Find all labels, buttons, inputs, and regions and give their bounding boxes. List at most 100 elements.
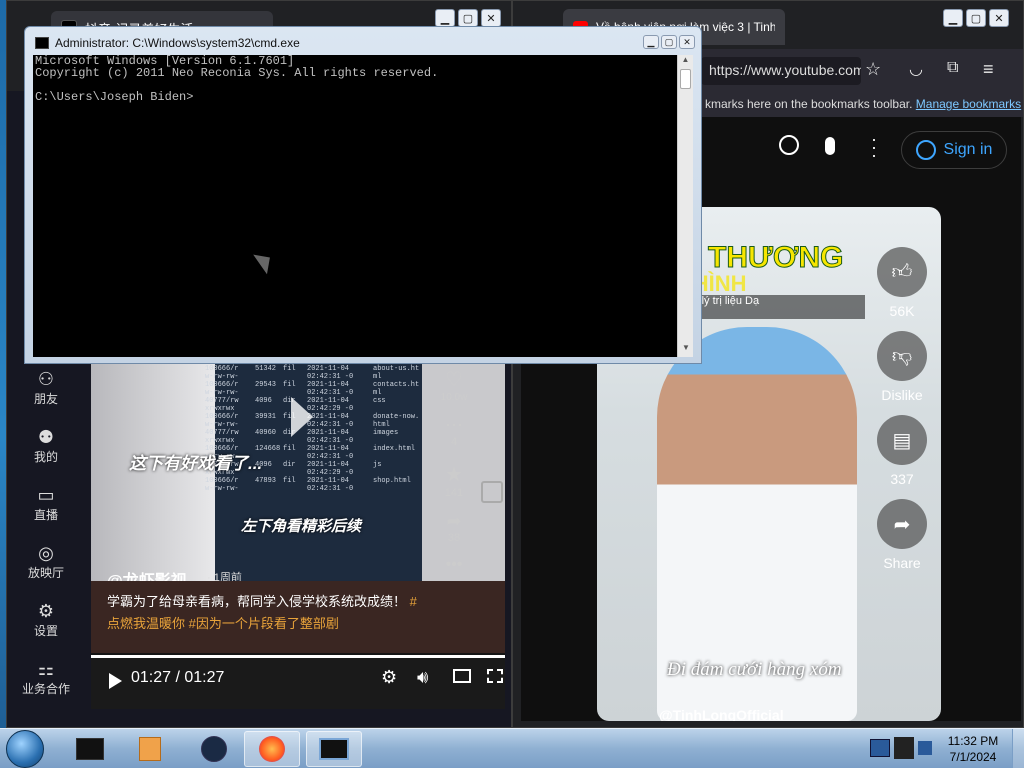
sidebar-item-0[interactable]: ⚇ 朋友	[7, 361, 85, 419]
listing-cell: fil	[283, 381, 296, 389]
fullscreen-icon[interactable]	[487, 669, 503, 683]
minimize-icon[interactable]: ▁	[435, 9, 455, 27]
listing-cell	[283, 485, 305, 493]
start-orb[interactable]	[6, 730, 44, 768]
sidebar-item-1[interactable]: ⚉ 我的	[7, 419, 85, 477]
minimize-icon[interactable]: ▁	[643, 35, 659, 49]
cmd-icon	[35, 37, 49, 49]
scroll-down-icon[interactable]: ▼	[678, 343, 694, 357]
media-player[interactable]	[122, 731, 178, 767]
share-icon[interactable]: ➦	[437, 511, 471, 532]
comments-button[interactable]: ▤	[877, 415, 927, 465]
clock[interactable]: 11:32 PM 7/1/2024	[940, 733, 1006, 765]
listing-cell: 2021-11-04	[307, 381, 350, 389]
sidebar-item-4[interactable]: ⚙ 设置	[7, 593, 85, 651]
more-vert-icon[interactable]: · · ·	[871, 130, 877, 164]
listing-cell: w-rw-rw-	[205, 373, 239, 381]
listing-cell: 2021-11-04	[307, 461, 350, 469]
listing-cell: 02:42:29 -0	[307, 469, 354, 477]
video-player[interactable]: 100666/r 51342 fil 2021-11-04 about-us.ht w-r…	[91, 363, 505, 709]
favorite-icon[interactable]: ★	[437, 462, 471, 487]
show-desktop-button[interactable]	[1012, 729, 1024, 768]
pip-mode-icon[interactable]	[453, 669, 471, 683]
favorite-count: 141	[444, 487, 464, 499]
sidebar-item-5[interactable]: ⚏ 业务合作	[7, 651, 85, 709]
like-button[interactable]: 👍︎	[877, 247, 927, 297]
listing-cell: images	[373, 429, 399, 437]
close-icon[interactable]: ✕	[481, 9, 501, 27]
maximize-icon[interactable]: ▢	[966, 9, 986, 27]
sidebar-label: 朋友	[33, 392, 58, 406]
listing-cell: fil	[283, 365, 296, 373]
listing-cell	[373, 437, 423, 445]
share-button[interactable]: ➦	[877, 499, 927, 549]
tray-app-icon[interactable]	[894, 737, 914, 759]
sidebar-item-3[interactable]: ◎ 放映厅	[7, 535, 85, 593]
minimize-icon[interactable]: ▁	[943, 9, 963, 27]
listing-cell: 02:42:31 -0	[307, 421, 354, 429]
manage-bookmarks-link[interactable]: Manage bookmarks	[916, 97, 1021, 111]
pip-icon[interactable]	[481, 481, 503, 503]
video-controls: 01:27 / 01:27 ⚙ 🔊︎	[91, 655, 505, 709]
globe-app[interactable]	[186, 731, 242, 767]
hashtag-2[interactable]: #因为一个片段看了整部剧	[189, 616, 339, 631]
extensions-icon[interactable]: ⧉	[947, 59, 958, 77]
playground-icon: ◎	[38, 543, 54, 563]
play-icon[interactable]	[109, 673, 122, 689]
listing-cell: 100666/r	[205, 365, 239, 373]
listing-row: xrwxrwx 02:42:31 -0	[205, 437, 415, 445]
cmd-scrollbar[interactable]: ▲ ▼	[677, 55, 693, 357]
menu-icon[interactable]: ≡	[983, 59, 994, 80]
listing-cell: ml	[373, 373, 382, 381]
more-icon[interactable]: •••	[437, 556, 471, 574]
scroll-thumb[interactable]	[680, 69, 691, 89]
listing-cell: 40777/rw	[205, 429, 239, 437]
cmd-window-task[interactable]	[306, 731, 362, 767]
cmd-title: Administrator: C:\Windows\system32\cmd.e…	[55, 36, 300, 50]
network-icon[interactable]	[870, 739, 890, 757]
listing-cell: fil	[283, 445, 296, 453]
volume-icon[interactable]: 🔊︎	[417, 667, 428, 688]
listing-row: w-rw-rw- 02:42:31 -0 ml	[205, 373, 415, 381]
listing-cell: 4096	[255, 397, 272, 405]
close-icon[interactable]: ✕	[989, 9, 1009, 27]
listing-cell: donate-now.	[373, 413, 420, 421]
listing-cell: 51342	[255, 365, 277, 373]
left-sidebar: ⚇ 朋友 ⚉ 我的 ▭ 直播 ◎ 放映厅 ⚙ 设置 ⚏ 业务合作	[7, 361, 85, 721]
mic-icon[interactable]	[825, 137, 835, 155]
listing-cell: 2021-11-04	[307, 477, 350, 485]
taskbar: 11:32 PM 7/1/2024	[0, 728, 1024, 768]
maximize-icon[interactable]: ▢	[661, 35, 677, 49]
cmd-console[interactable]: Microsoft Windows [Version 6.1.7601] Cop…	[33, 55, 677, 357]
progress-bar[interactable]	[91, 655, 505, 658]
like-icon[interactable]: ♡	[437, 367, 471, 392]
sidebar-label: 直播	[33, 508, 58, 522]
firefox[interactable]	[244, 731, 300, 767]
terminal-app[interactable]	[62, 731, 118, 767]
listing-cell: 02:42:29 -0	[307, 405, 354, 413]
dislike-button[interactable]: 👎︎	[877, 331, 927, 381]
account-icon	[915, 140, 936, 160]
listing-cell: about-us.ht	[373, 365, 420, 373]
play-overlay-icon[interactable]	[291, 397, 313, 437]
clock-time: 11:32 PM	[947, 734, 999, 748]
share-count: 38	[447, 532, 461, 544]
maximize-icon[interactable]: ▢	[458, 9, 478, 27]
scroll-up-icon[interactable]: ▲	[678, 55, 693, 69]
short-channel[interactable]: @TinhLongOfficial	[659, 707, 784, 721]
search-icon[interactable]	[779, 135, 799, 155]
listing-cell: 40960	[255, 429, 277, 437]
url-bar[interactable]: https://www.youtube.com	[701, 57, 861, 85]
flag-icon[interactable]	[918, 741, 932, 755]
listing-cell: ml	[373, 389, 382, 397]
settings-icon[interactable]: ⚙	[381, 667, 397, 688]
listing-cell: 2021-11-04	[307, 365, 350, 373]
firefox-icon	[259, 736, 285, 762]
close-icon[interactable]: ✕	[679, 35, 695, 49]
bookmark-star-icon[interactable]: ☆	[865, 59, 881, 80]
listing-cell	[255, 485, 281, 493]
sidebar-item-2[interactable]: ▭ 直播	[7, 477, 85, 535]
sign-in-button[interactable]: Sign in	[901, 131, 1007, 169]
comment-icon[interactable]: ⋯	[437, 415, 471, 436]
pocket-icon[interactable]: ◡	[909, 59, 923, 79]
